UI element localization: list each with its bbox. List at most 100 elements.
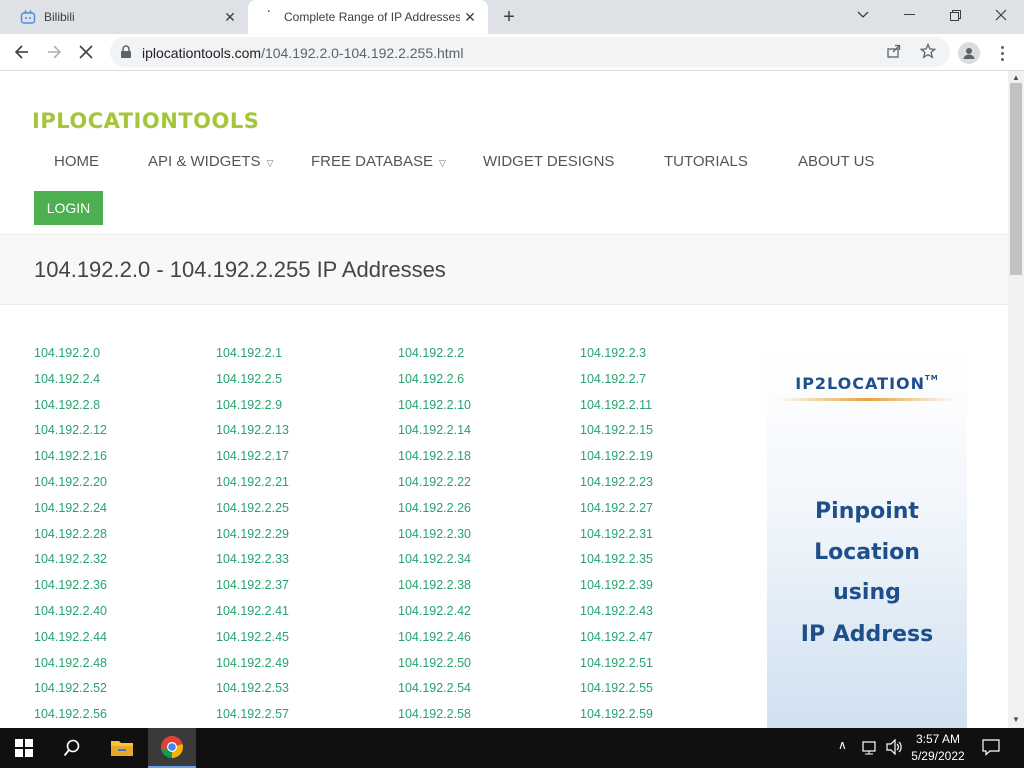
ip-address-link[interactable]: 104.192.2.49 xyxy=(216,656,289,670)
ip-address-link[interactable]: 104.192.2.4 xyxy=(34,372,100,386)
ip-address-link[interactable]: 104.192.2.26 xyxy=(398,501,471,515)
ip-address-link[interactable]: 104.192.2.33 xyxy=(216,552,289,566)
ip-address-link[interactable]: 104.192.2.35 xyxy=(580,552,653,566)
ip-address-link[interactable]: 104.192.2.38 xyxy=(398,578,471,592)
ip-address-link[interactable]: 104.192.2.45 xyxy=(216,630,289,644)
ip-address-link[interactable]: 104.192.2.32 xyxy=(34,552,107,566)
ip-address-link[interactable]: 104.192.2.21 xyxy=(216,475,289,489)
ip-address-link[interactable]: 104.192.2.22 xyxy=(398,475,471,489)
ip2location-ad-banner[interactable]: IP2LOCATIONTM Pinpoint Location using IP… xyxy=(767,354,967,728)
page-scrollbar[interactable]: ▲ ▼ xyxy=(1008,71,1024,728)
ip-address-link[interactable]: 104.192.2.25 xyxy=(216,501,289,515)
nav-about-us[interactable]: ABOUT US xyxy=(798,153,874,170)
ip-address-link[interactable]: 104.192.2.19 xyxy=(580,449,653,463)
site-logo[interactable]: IPLOCATIONTOOLS xyxy=(32,109,259,133)
ip-address-link[interactable]: 104.192.2.58 xyxy=(398,707,471,721)
close-window-icon[interactable] xyxy=(978,0,1024,30)
ip-address-link[interactable]: 104.192.2.2 xyxy=(398,346,464,360)
stop-loading-icon[interactable] xyxy=(72,38,100,66)
login-button[interactable]: LOGIN xyxy=(34,191,103,225)
restore-icon[interactable] xyxy=(932,0,978,30)
close-tab-icon[interactable]: ✕ xyxy=(460,7,480,27)
tab-search-icon[interactable] xyxy=(840,0,886,30)
ip-address-link[interactable]: 104.192.2.14 xyxy=(398,423,471,437)
ip-address-link[interactable]: 104.192.2.37 xyxy=(216,578,289,592)
scroll-up-icon[interactable]: ▲ xyxy=(1012,73,1020,82)
scrollbar-thumb[interactable] xyxy=(1010,83,1022,275)
search-icon[interactable] xyxy=(48,728,96,768)
ip-address-link[interactable]: 104.192.2.8 xyxy=(34,398,100,412)
ip-address-link[interactable]: 104.192.2.59 xyxy=(580,707,653,721)
bookmark-star-icon[interactable] xyxy=(919,42,937,64)
share-icon[interactable] xyxy=(886,43,902,64)
chrome-icon[interactable] xyxy=(148,728,196,768)
ip-address-link[interactable]: 104.192.2.51 xyxy=(580,656,653,670)
ip-address-link[interactable]: 104.192.2.42 xyxy=(398,604,471,618)
browser-menu-icon[interactable] xyxy=(994,42,1010,64)
ip-address-link[interactable]: 104.192.2.1 xyxy=(216,346,282,360)
ip-address-link[interactable]: 104.192.2.10 xyxy=(398,398,471,412)
ip-address-link[interactable]: 104.192.2.13 xyxy=(216,423,289,437)
ip-address-link[interactable]: 104.192.2.5 xyxy=(216,372,282,386)
system-clock[interactable]: 3:57 AM 5/29/2022 xyxy=(900,731,976,765)
ip-address-link[interactable]: 104.192.2.27 xyxy=(580,501,653,515)
file-explorer-icon[interactable] xyxy=(98,728,146,768)
tab-bilibili[interactable]: Bilibili ✕ xyxy=(8,0,248,34)
close-tab-icon[interactable]: ✕ xyxy=(220,7,240,27)
ip-address-link[interactable]: 104.192.2.43 xyxy=(580,604,653,618)
ip-address-link[interactable]: 104.192.2.55 xyxy=(580,681,653,695)
ip-address-link[interactable]: 104.192.2.17 xyxy=(216,449,289,463)
nav-free-database[interactable]: FREE DATABASE ▽ xyxy=(311,153,446,170)
ip-address-link[interactable]: 104.192.2.52 xyxy=(34,681,107,695)
ip-address-link[interactable]: 104.192.2.44 xyxy=(34,630,107,644)
address-bar[interactable]: iplocationtools.com/104.192.2.0-104.192.… xyxy=(110,37,950,67)
ip-address-link[interactable]: 104.192.2.36 xyxy=(34,578,107,592)
lock-icon[interactable] xyxy=(120,45,132,64)
nav-api-widgets[interactable]: API & WIDGETS ▽ xyxy=(148,153,273,170)
ip-address-link[interactable]: 104.192.2.39 xyxy=(580,578,653,592)
ip-address-link[interactable]: 104.192.2.47 xyxy=(580,630,653,644)
windows-start-icon[interactable] xyxy=(0,728,48,768)
forward-icon[interactable] xyxy=(40,38,68,66)
ip-address-link[interactable]: 104.192.2.50 xyxy=(398,656,471,670)
ip-address-link[interactable]: 104.192.2.23 xyxy=(580,475,653,489)
ip-address-link[interactable]: 104.192.2.57 xyxy=(216,707,289,721)
ip-address-link[interactable]: 104.192.2.9 xyxy=(216,398,282,412)
ip-address-link[interactable]: 104.192.2.11 xyxy=(580,398,652,412)
minimize-icon[interactable] xyxy=(886,0,932,30)
ip-address-link[interactable]: 104.192.2.12 xyxy=(34,423,107,437)
back-icon[interactable] xyxy=(8,38,36,66)
new-tab-button[interactable]: + xyxy=(498,6,520,28)
ip-address-link[interactable]: 104.192.2.18 xyxy=(398,449,471,463)
ip-address-link[interactable]: 104.192.2.3 xyxy=(580,346,646,360)
ip-address-link[interactable]: 104.192.2.53 xyxy=(216,681,289,695)
ip-address-link[interactable]: 104.192.2.24 xyxy=(34,501,107,515)
ip-address-link[interactable]: 104.192.2.16 xyxy=(34,449,107,463)
ip-address-link[interactable]: 104.192.2.34 xyxy=(398,552,471,566)
ip-address-link[interactable]: 104.192.2.0 xyxy=(34,346,100,360)
ip-address-link[interactable]: 104.192.2.30 xyxy=(398,527,471,541)
clock-time: 3:57 AM xyxy=(915,732,961,746)
nav-tutorials[interactable]: TUTORIALS xyxy=(664,153,748,170)
ip-address-link[interactable]: 104.192.2.41 xyxy=(216,604,289,618)
ip-address-link[interactable]: 104.192.2.48 xyxy=(34,656,107,670)
ip-address-link[interactable]: 104.192.2.20 xyxy=(34,475,107,489)
ip-address-link[interactable]: 104.192.2.54 xyxy=(398,681,471,695)
nav-home[interactable]: HOME xyxy=(54,153,99,170)
ip-address-link[interactable]: 104.192.2.56 xyxy=(34,707,107,721)
ip-address-link[interactable]: 104.192.2.46 xyxy=(398,630,471,644)
nav-widget-designs[interactable]: WIDGET DESIGNS xyxy=(483,153,614,170)
ip-address-link[interactable]: 104.192.2.15 xyxy=(580,423,653,437)
chevron-up-icon[interactable]: ∧ xyxy=(838,738,847,752)
profile-avatar-icon[interactable] xyxy=(958,42,980,64)
notification-icon[interactable] xyxy=(982,738,1000,759)
ip-address-link[interactable]: 104.192.2.31 xyxy=(580,527,653,541)
scroll-down-icon[interactable]: ▼ xyxy=(1012,715,1020,724)
tab-ip-range[interactable]: Complete Range of IP Addresses ✕ xyxy=(248,0,488,34)
network-icon[interactable] xyxy=(862,739,880,758)
ip-address-link[interactable]: 104.192.2.28 xyxy=(34,527,107,541)
ip-address-link[interactable]: 104.192.2.7 xyxy=(580,372,646,386)
ip-address-link[interactable]: 104.192.2.29 xyxy=(216,527,289,541)
ip-address-link[interactable]: 104.192.2.40 xyxy=(34,604,107,618)
ip-address-link[interactable]: 104.192.2.6 xyxy=(398,372,464,386)
